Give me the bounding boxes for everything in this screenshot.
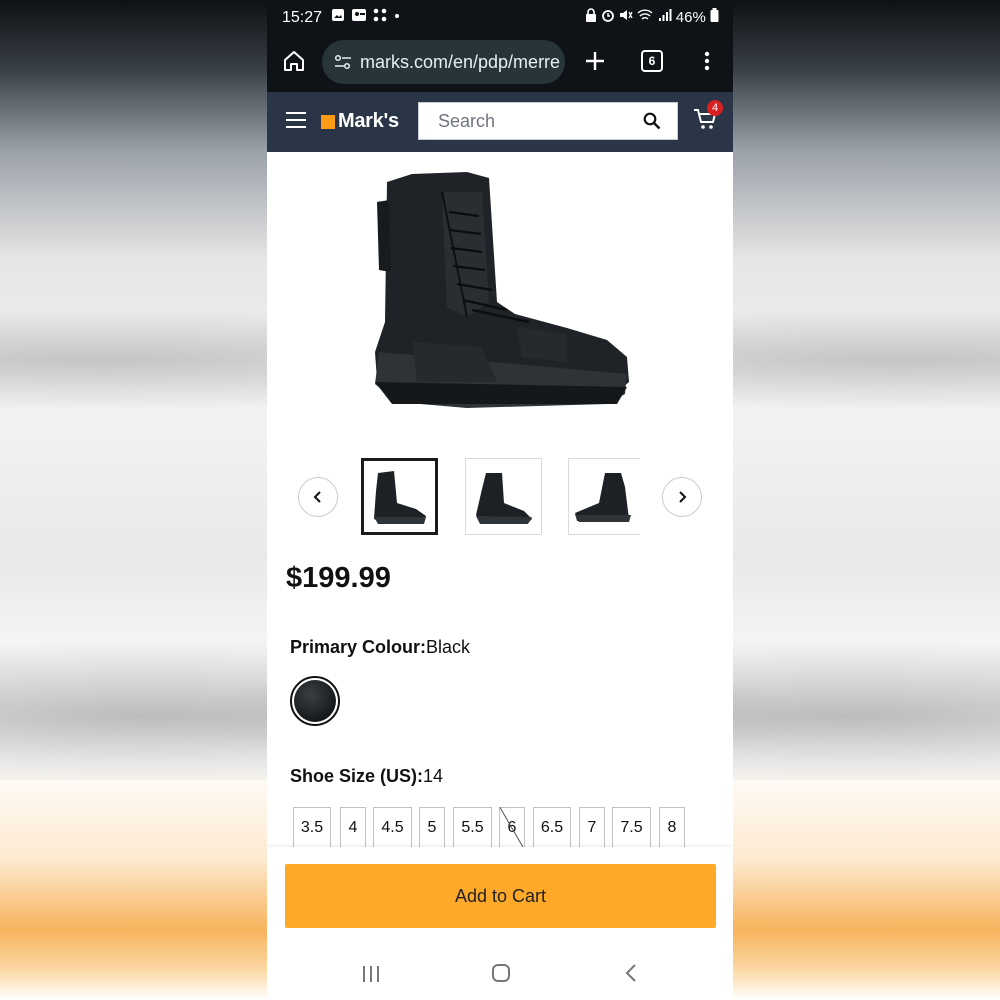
wifi-icon xyxy=(637,9,653,20)
site-settings-icon[interactable] xyxy=(334,54,352,70)
search-input[interactable] xyxy=(436,109,630,133)
apps-icon xyxy=(373,8,387,22)
new-tab-icon[interactable] xyxy=(580,46,610,76)
battery-percent: 46% xyxy=(675,9,706,26)
size-label-row: Shoe Size (US):14 xyxy=(290,766,443,787)
logo-square xyxy=(321,114,335,129)
gallery-icon xyxy=(332,9,344,21)
chevron-left-icon xyxy=(313,491,321,503)
dot-icon xyxy=(394,14,399,18)
phone-screen: 15:27 46% marks.com/en/pdp/merre 6 Mark'… xyxy=(267,0,733,1000)
chevron-right-icon xyxy=(679,491,687,503)
marks-logo[interactable]: Mark's xyxy=(321,110,399,133)
cart-count-badge: 4 xyxy=(707,100,723,116)
address-bar[interactable]: marks.com/en/pdp/merre xyxy=(322,40,565,84)
account-icon xyxy=(351,9,366,21)
search-icon[interactable] xyxy=(643,112,661,130)
thumbnail-carousel xyxy=(267,458,733,538)
product-main-image[interactable] xyxy=(267,152,733,442)
cart-button[interactable]: 4 xyxy=(693,100,723,135)
more-menu-icon[interactable] xyxy=(692,48,722,74)
status-time: 15:27 xyxy=(282,9,323,26)
size-option[interactable]: 6.5 xyxy=(533,807,571,849)
thumbnail-3[interactable] xyxy=(568,458,640,535)
size-option[interactable]: 4.5 xyxy=(373,807,412,849)
site-header: Mark's 4 xyxy=(267,92,733,152)
tab-count: 6 xyxy=(641,50,663,72)
browser-toolbar: marks.com/en/pdp/merre 6 xyxy=(267,36,733,92)
thumbnail-1[interactable] xyxy=(361,458,438,535)
size-option[interactable]: 3.5 xyxy=(293,807,331,849)
status-system-icons: 46% xyxy=(585,8,719,26)
mute-icon xyxy=(620,10,633,20)
tab-switcher-button[interactable]: 6 xyxy=(637,50,667,72)
size-label: Shoe Size (US): xyxy=(290,766,424,786)
battery-icon xyxy=(710,8,719,22)
colour-label: Primary Colour: xyxy=(290,637,427,657)
size-option[interactable]: 7 xyxy=(579,807,605,849)
colour-label-row: Primary Colour:Black xyxy=(290,637,470,658)
size-option-unavailable[interactable]: 6 xyxy=(499,807,525,849)
colour-swatch-black[interactable] xyxy=(290,676,340,726)
alarm-icon xyxy=(602,10,615,22)
size-option[interactable]: 7.5 xyxy=(612,807,651,849)
home-icon[interactable] xyxy=(279,46,309,76)
colour-value: Black xyxy=(426,637,471,657)
recent-apps-icon[interactable] xyxy=(361,965,381,983)
size-option[interactable]: 8 xyxy=(659,807,685,849)
size-option[interactable]: 5 xyxy=(419,807,445,849)
back-nav-icon[interactable] xyxy=(624,963,638,983)
add-to-cart-bar: Add to Cart xyxy=(267,847,733,947)
add-to-cart-button[interactable]: Add to Cart xyxy=(285,864,716,928)
logo-text: Mark's xyxy=(338,110,399,132)
search-box[interactable] xyxy=(418,102,678,140)
product-price: $199.99 xyxy=(286,562,391,594)
size-option[interactable]: 4 xyxy=(340,807,366,849)
status-notification-icons xyxy=(331,8,401,25)
home-nav-icon[interactable] xyxy=(491,963,511,983)
carousel-prev-button[interactable] xyxy=(298,477,338,517)
size-option[interactable]: 5.5 xyxy=(453,807,492,849)
lock-icon xyxy=(585,8,596,22)
url-text: marks.com/en/pdp/merre xyxy=(360,51,561,72)
menu-icon[interactable] xyxy=(286,112,306,133)
signal-icon xyxy=(658,9,672,21)
carousel-next-button[interactable] xyxy=(662,477,702,517)
system-nav-bar xyxy=(267,947,733,1000)
thumbnail-2[interactable] xyxy=(465,458,542,535)
size-value: 14 xyxy=(423,766,444,786)
status-bar: 15:27 46% xyxy=(267,0,733,36)
